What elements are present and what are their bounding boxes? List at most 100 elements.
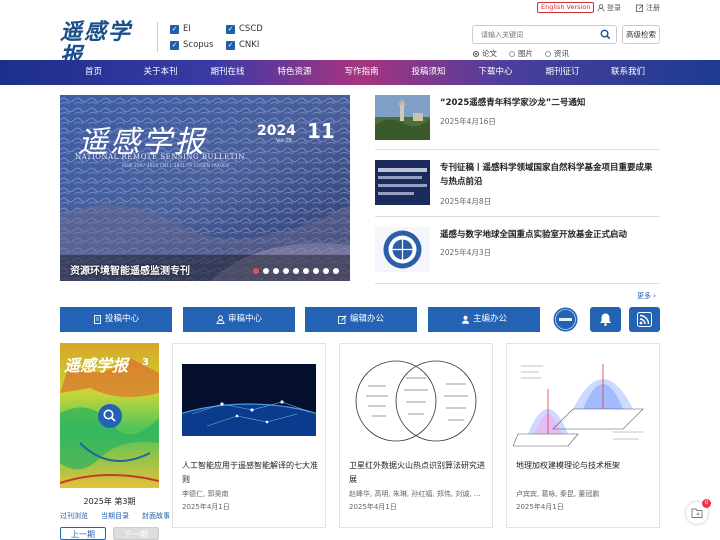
article-image: [182, 364, 316, 436]
button-label: 投稿中心: [104, 314, 139, 324]
radio-image[interactable]: 图片: [509, 48, 533, 59]
news-item[interactable]: 专刊征稿丨遥感科学领域国家自然科学基金项目重要成果与热点前沿 2025年4月8日: [375, 160, 660, 206]
article-title[interactable]: 人工智能应用于遥感智能解译的七大准则: [182, 459, 318, 487]
carousel-dot[interactable]: [293, 268, 299, 274]
index-label: CNKI: [239, 40, 260, 50]
article-card[interactable]: 人工智能应用于遥感智能解译的七大准则 李德仁, 郭昊南 2025年4月1日: [172, 343, 326, 528]
radio-label: 资讯: [554, 49, 569, 58]
nav-download[interactable]: 下载中心: [462, 60, 529, 85]
more-link[interactable]: 更多 ›: [637, 291, 656, 301]
nav-subscribe[interactable]: 期刊征订: [529, 60, 596, 85]
nav-home[interactable]: 首页: [60, 60, 127, 85]
login-link[interactable]: 登录: [597, 3, 621, 13]
article-date: 2025年4月1日: [182, 503, 230, 511]
register-link[interactable]: 注册: [636, 3, 660, 13]
radio-label: 论文: [482, 49, 497, 58]
banner-issn: ISSN 2097-4620 CN11-3841/TP CODEN YAXUE9: [122, 164, 229, 169]
gwr-framework-image: [513, 354, 653, 449]
article-image: [513, 354, 653, 449]
nav-online[interactable]: 期刊在线: [194, 60, 261, 85]
current-toc-link[interactable]: 当期目录: [101, 511, 129, 521]
nav-about[interactable]: 关于本刊: [127, 60, 194, 85]
news-title[interactable]: “2025遥感青年科学家沙龙”二号通知: [440, 96, 660, 110]
search-input[interactable]: [473, 26, 591, 43]
index-scopus: ✓ Scopus: [170, 40, 213, 50]
carousel-dot[interactable]: [273, 268, 279, 274]
review-center-button[interactable]: 审稿中心: [183, 307, 295, 332]
english-version-button[interactable]: English Version: [537, 2, 595, 13]
wechat-qr-button[interactable]: [550, 307, 581, 332]
nav-submission[interactable]: 投稿须知: [395, 60, 462, 85]
article-date: 2025年4月1日: [516, 503, 564, 511]
more-label: 更多: [637, 292, 651, 300]
header: 遥感学报 NATIONAL REMOTE SENSING BULLETIN ✓ E…: [0, 0, 720, 73]
person-icon: [461, 315, 469, 324]
submission-center-button[interactable]: 投稿中心: [60, 307, 172, 332]
button-label: 审稿中心: [227, 314, 262, 324]
carousel-dot[interactable]: [303, 268, 309, 274]
banner-carousel[interactable]: 遥感学报 2024 Vol.28 11 NATIONAL REMOTE SENS…: [60, 95, 350, 281]
cover-title: 遥感学报: [64, 356, 129, 375]
nav-contact[interactable]: 联系我们: [596, 60, 660, 85]
cover-story-link[interactable]: 封面故事: [142, 511, 170, 521]
index-label: Scopus: [183, 40, 214, 50]
banner-issue-number: 11: [307, 119, 335, 143]
user-icon: [597, 4, 605, 12]
carousel-dot[interactable]: [263, 268, 269, 274]
news-thumbnail: [375, 95, 430, 140]
news-title[interactable]: 专刊征稿丨遥感科学领域国家自然科学基金项目重要成果与热点前沿: [440, 161, 660, 189]
prev-issue-button[interactable]: 上一期: [60, 527, 106, 540]
issue-links: 过刊浏览 当期目录 封面故事: [60, 511, 170, 521]
carousel-dots: [253, 268, 339, 274]
news-date: 2025年4月3日: [440, 248, 492, 257]
carousel-dot[interactable]: [253, 268, 259, 274]
editor-office-button[interactable]: 编辑办公: [305, 307, 417, 332]
article-authors: 李德仁, 郭昊南: [182, 490, 229, 498]
main-nav: 首页 关于本刊 期刊在线 特色资源 写作指南 投稿须知 下载中心 期刊征订 联系…: [0, 60, 720, 85]
article-title[interactable]: 卫星红外数据火山热点识别算法研究进展: [349, 459, 485, 487]
notification-badge: 0: [702, 499, 711, 508]
news-date: 2025年4月8日: [440, 197, 492, 206]
login-label: 登录: [607, 4, 621, 12]
index-label: CSCD: [239, 24, 263, 34]
index-ei: ✓ EI: [170, 24, 191, 34]
past-issues-link[interactable]: 过刊浏览: [60, 511, 88, 521]
chief-editor-office-button[interactable]: 主编办公: [428, 307, 540, 332]
venn-diagram-image: [348, 356, 484, 446]
article-card[interactable]: 地理加权建模理论与技术框架 卢宾宾, 葛咏, 秦昆, 董冠鹏 2025年4月1日: [506, 343, 660, 528]
register-label: 注册: [646, 4, 660, 12]
article-title[interactable]: 地理加权建模理论与技术框架: [516, 459, 652, 473]
banner-volume: Vol.28: [276, 138, 292, 144]
next-issue-button[interactable]: 下一期: [113, 527, 159, 540]
nav-resources[interactable]: 特色资源: [261, 60, 328, 85]
news-item[interactable]: 遥感与数字地球全国重点实验室开放基金正式启动 2025年4月3日: [375, 227, 660, 272]
alert-button[interactable]: [590, 307, 621, 332]
current-issue-cover[interactable]: 遥感学报 3: [60, 343, 159, 488]
news-title[interactable]: 遥感与数字地球全国重点实验室开放基金正式启动: [440, 228, 660, 242]
advanced-search-button[interactable]: 高级检索: [622, 25, 660, 44]
document-icon: [94, 315, 101, 324]
article-date: 2025年4月1日: [349, 503, 397, 511]
news-thumbnail: [375, 160, 430, 205]
banner-caption: 资源环境智能遥感监测专刊: [70, 266, 190, 277]
journal-logo[interactable]: 遥感学报 NATIONAL REMOTE SENSING BULLETIN: [60, 20, 154, 73]
carousel-dot[interactable]: [313, 268, 319, 274]
button-label: 主编办公: [472, 314, 507, 324]
search-icon[interactable]: [600, 29, 611, 40]
radio-news[interactable]: 资讯: [545, 48, 569, 59]
article-card[interactable]: 卫星红外数据火山热点识别算法研究进展 赵峰华, 高明, 朱琳, 孙红福, 郑伟,…: [339, 343, 493, 528]
edit-icon: [636, 4, 644, 12]
article-image: [348, 356, 484, 446]
carousel-dot[interactable]: [283, 268, 289, 274]
news-date: 2025年4月16日: [440, 117, 496, 126]
news-item[interactable]: “2025遥感青年科学家沙龙”二号通知 2025年4月16日: [375, 95, 660, 140]
search-box: [472, 25, 617, 44]
earth-network-image: [182, 364, 316, 436]
carousel-dot[interactable]: [323, 268, 329, 274]
nav-writing-guide[interactable]: 写作指南: [328, 60, 395, 85]
radio-paper[interactable]: 论文: [473, 48, 497, 59]
carousel-dot[interactable]: [333, 268, 339, 274]
rss-button[interactable]: [629, 307, 660, 332]
logo-divider: [157, 22, 158, 52]
index-label: EI: [183, 24, 191, 34]
